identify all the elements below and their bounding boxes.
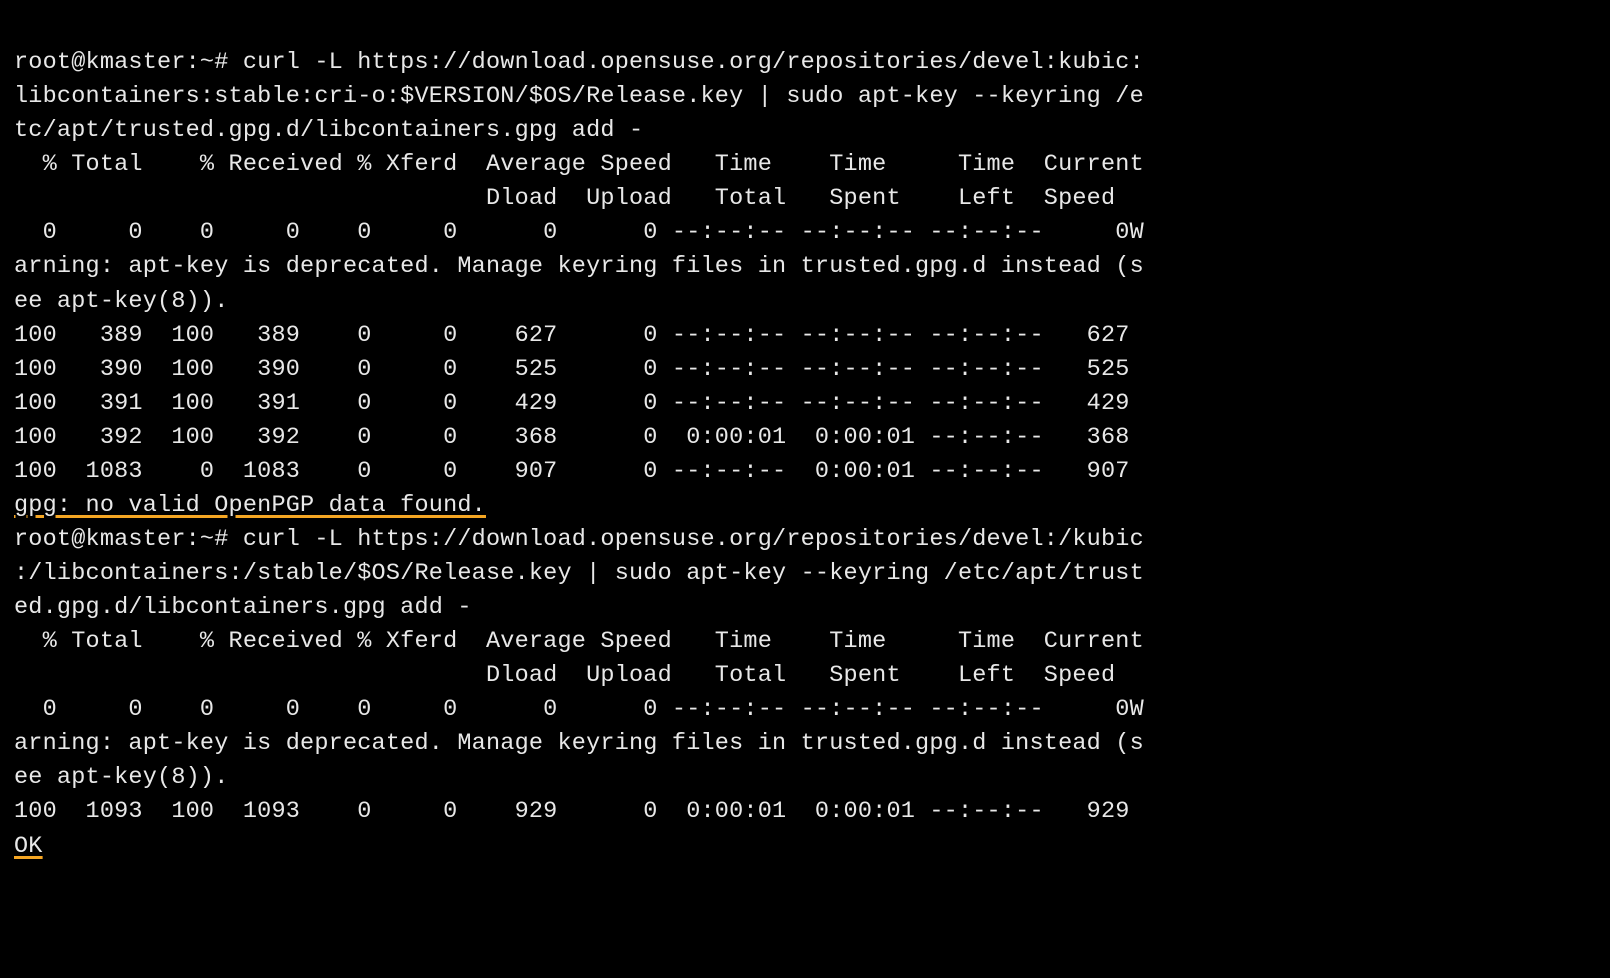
curl-header2: Dload Upload Total Spent Left Speed: [14, 185, 1115, 212]
warning2-line2: ee apt-key(8)).: [14, 764, 229, 791]
terminal-output[interactable]: root@kmaster:~# curl -L https://download…: [0, 0, 1610, 876]
ok-result: OK: [14, 833, 43, 860]
cmd2-line2: :/libcontainers:/stable/$OS/Release.key …: [14, 560, 1144, 587]
curl2-row-0: 0 0 0 0 0 0 0 0 --:--:-- --:--:-- --:--:…: [14, 696, 1144, 723]
cmd1-line3: tc/apt/trusted.gpg.d/libcontainers.gpg a…: [14, 117, 643, 144]
curl-header1: % Total % Received % Xferd Average Speed…: [14, 151, 1144, 178]
warning-line1: arning: apt-key is deprecated. Manage ke…: [14, 253, 1144, 280]
curl2-row-1: 100 1093 100 1093 0 0 929 0 0:00:01 0:00…: [14, 798, 1130, 825]
curl-row-4: 100 392 100 392 0 0 368 0 0:00:01 0:00:0…: [14, 424, 1130, 451]
curl2-header2: Dload Upload Total Spent Left Speed: [14, 662, 1115, 689]
curl-row-5: 100 1083 0 1083 0 0 907 0 --:--:-- 0:00:…: [14, 458, 1130, 485]
curl-row-3: 100 391 100 391 0 0 429 0 --:--:-- --:--…: [14, 390, 1130, 417]
warning2-line1: arning: apt-key is deprecated. Manage ke…: [14, 730, 1144, 757]
curl2-header1: % Total % Received % Xferd Average Speed…: [14, 628, 1144, 655]
cmd2-line1: root@kmaster:~# curl -L https://download…: [14, 526, 1144, 553]
warning-line2: ee apt-key(8)).: [14, 288, 229, 315]
curl-row-2: 100 390 100 390 0 0 525 0 --:--:-- --:--…: [14, 356, 1130, 383]
cmd1-line1: root@kmaster:~# curl -L https://download…: [14, 49, 1144, 76]
cmd2-line3: ed.gpg.d/libcontainers.gpg add -: [14, 594, 472, 621]
curl-row-0: 0 0 0 0 0 0 0 0 --:--:-- --:--:-- --:--:…: [14, 219, 1144, 246]
gpg-error: gpg: no valid OpenPGP data found.: [14, 492, 486, 519]
curl-row-1: 100 389 100 389 0 0 627 0 --:--:-- --:--…: [14, 322, 1130, 349]
cmd1-line2: libcontainers:stable:cri-o:$VERSION/$OS/…: [14, 83, 1144, 110]
